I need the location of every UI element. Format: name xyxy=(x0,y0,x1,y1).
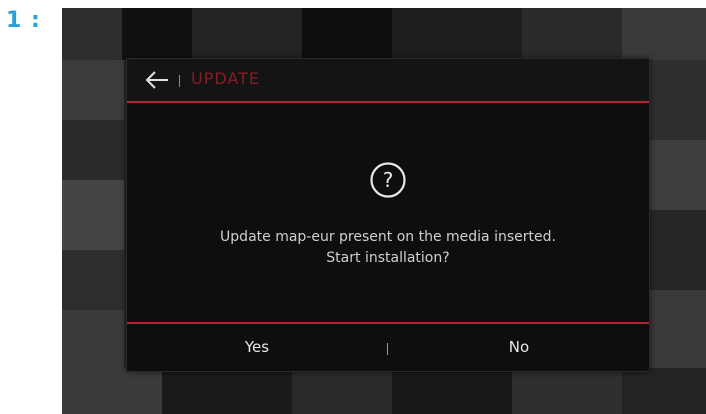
footer-divider xyxy=(387,343,388,355)
dialog-message: Update map-eur present on the media inse… xyxy=(127,227,649,269)
dialog-header: UPDATE xyxy=(127,59,649,101)
question-circle-icon: ? xyxy=(369,161,407,199)
background-mosaic-bottom xyxy=(62,368,706,414)
background-mosaic-top xyxy=(62,8,706,60)
dialog-title: UPDATE xyxy=(191,69,260,88)
background-mosaic-left xyxy=(62,60,124,368)
background-mosaic-right xyxy=(648,60,706,368)
no-button[interactable]: No xyxy=(449,324,589,371)
update-dialog: UPDATE ? Update map-eur present on the m… xyxy=(126,58,650,372)
infotainment-screen: UPDATE ? Update map-eur present on the m… xyxy=(62,8,706,414)
back-arrow-icon xyxy=(145,71,168,89)
message-line-2: Start installation? xyxy=(326,250,450,266)
message-line-1: Update map-eur present on the media inse… xyxy=(220,229,556,245)
header-accent-line xyxy=(127,101,649,103)
svg-text:?: ? xyxy=(383,168,394,192)
yes-button[interactable]: Yes xyxy=(187,324,327,371)
back-button[interactable] xyxy=(143,67,171,93)
header-divider xyxy=(179,75,180,87)
dialog-footer: Yes No xyxy=(127,324,649,371)
step-label: 1 : xyxy=(6,8,41,33)
